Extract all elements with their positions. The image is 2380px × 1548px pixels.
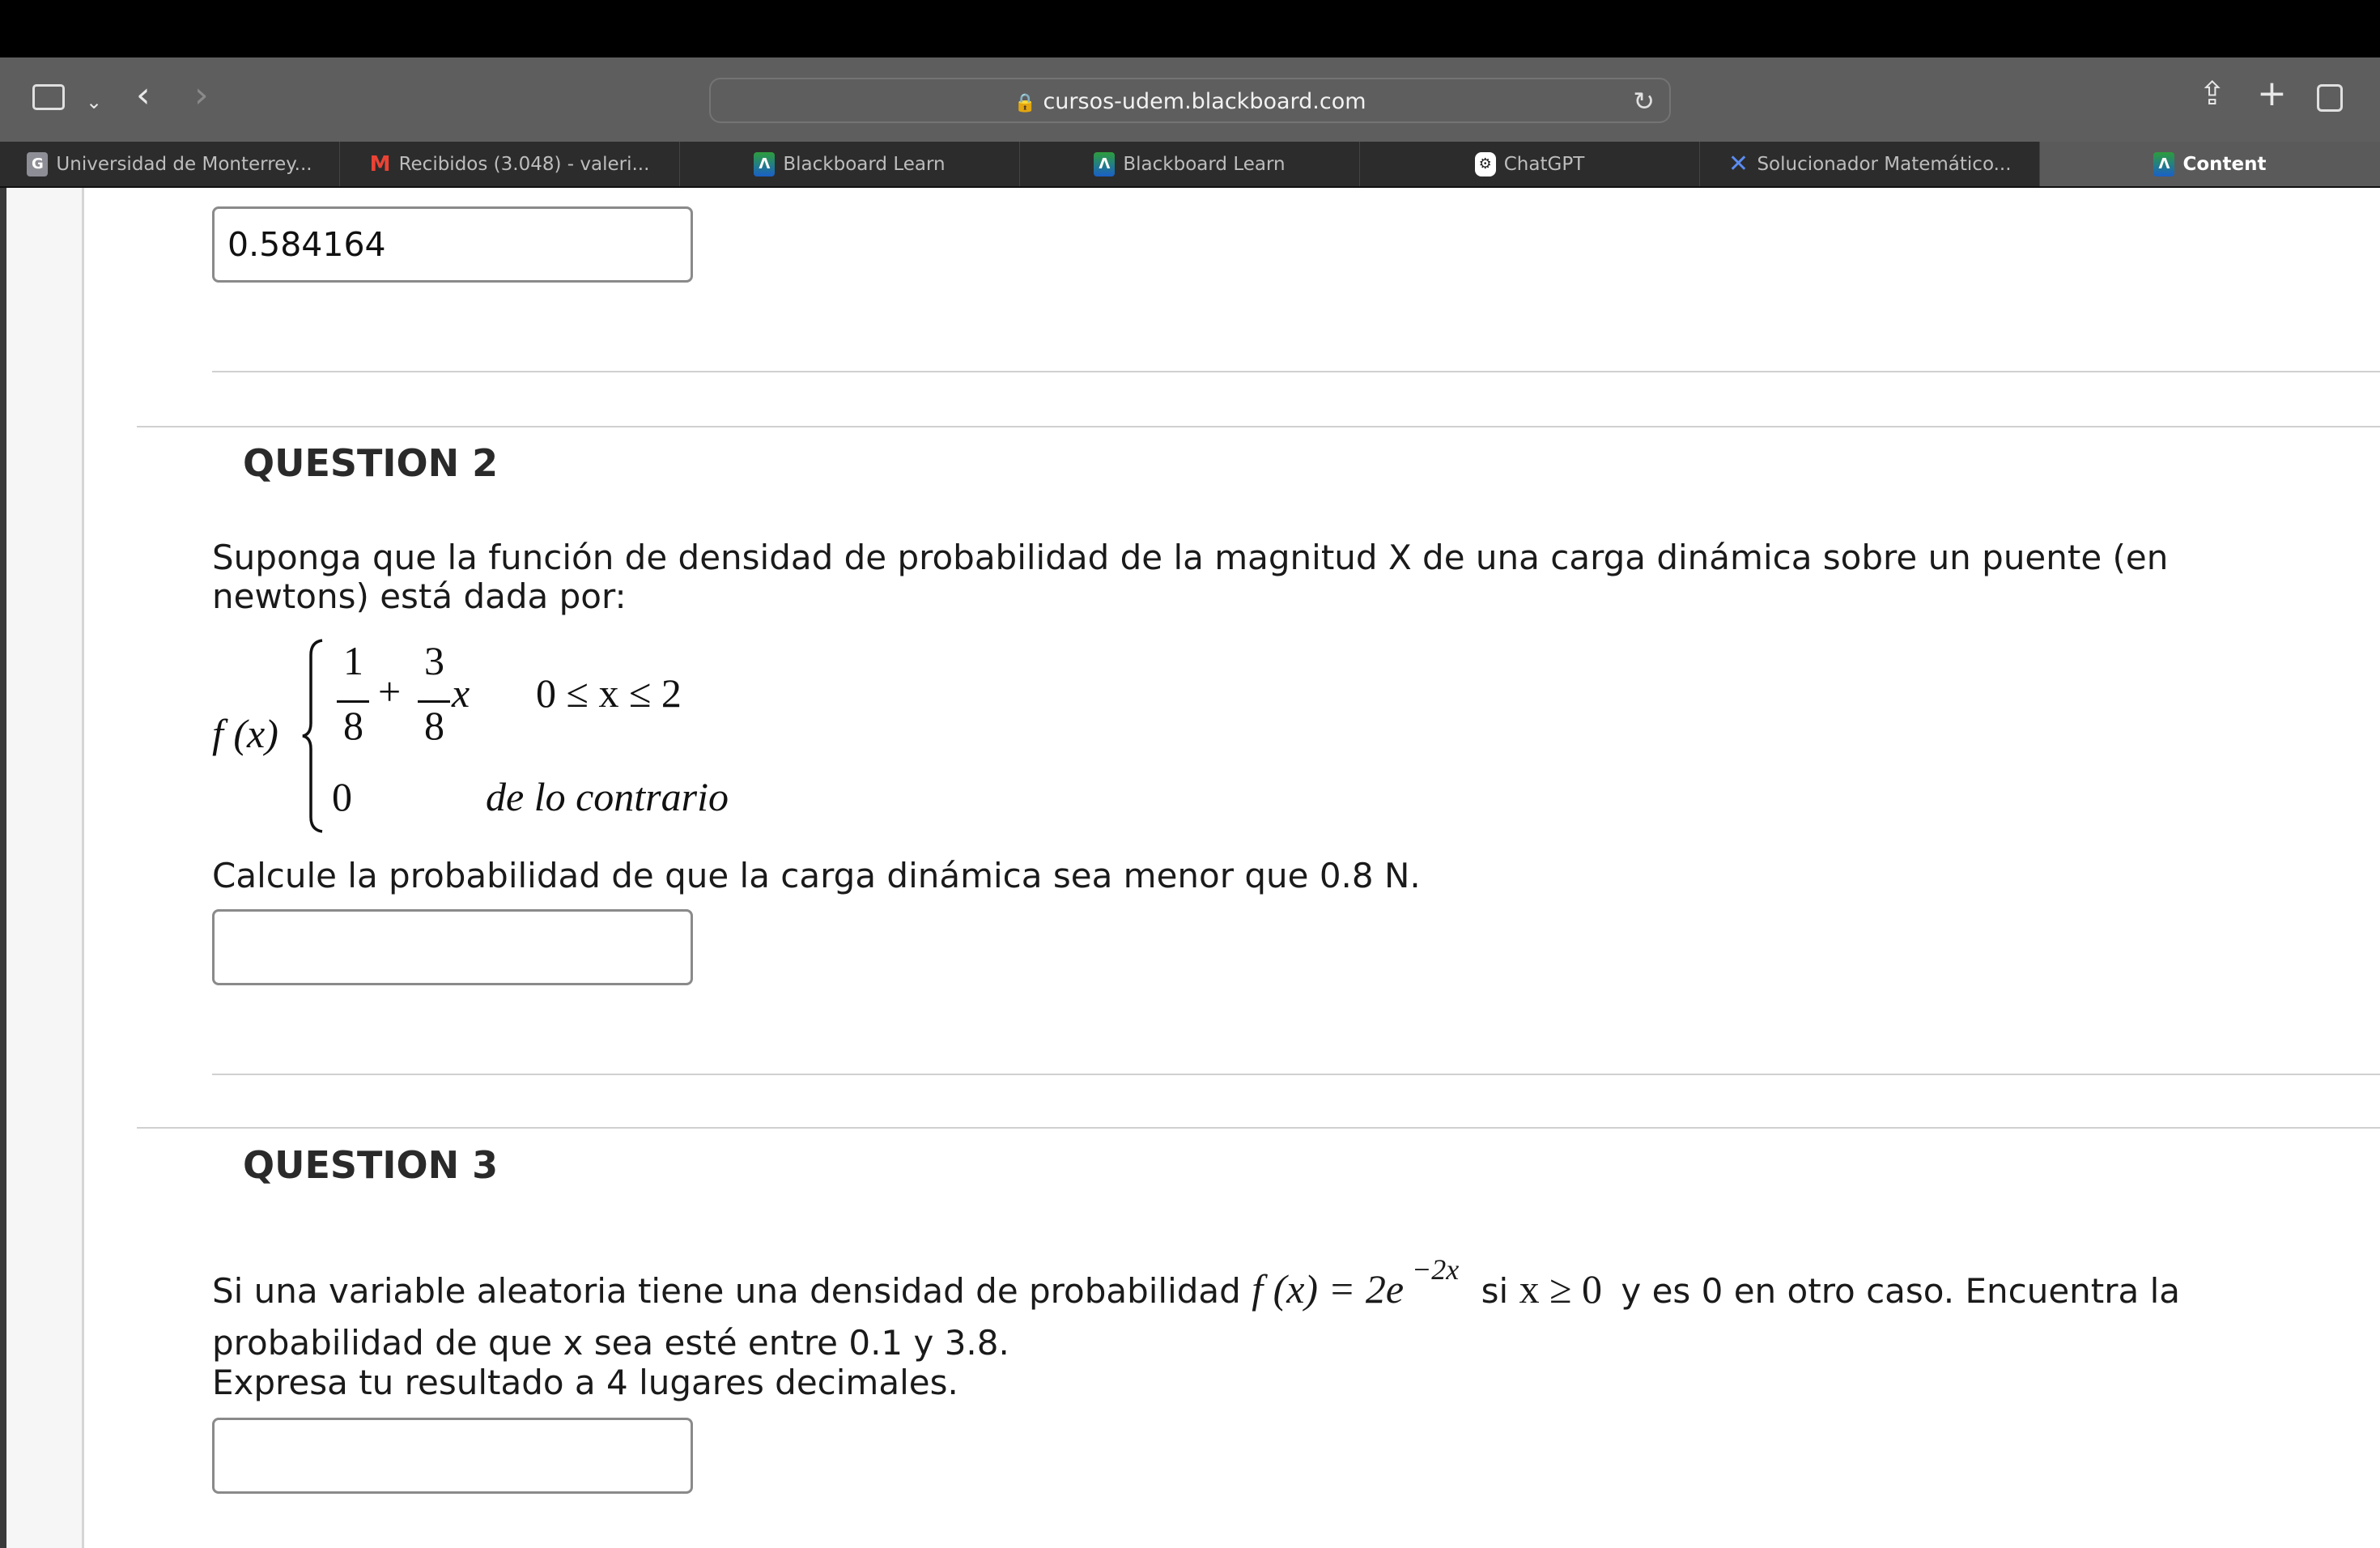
url-text: cursos-udem.blackboard.com bbox=[1043, 89, 1366, 114]
divider bbox=[212, 1074, 2380, 1075]
piecewise-formula: f (x) 1 8 + 3 8 x 0 ≤ x ≤ 2 0 de lo cont… bbox=[212, 637, 746, 840]
tab-chatgpt[interactable]: ⚙ ChatGPT bbox=[1360, 142, 1700, 186]
question-3-title: QUESTION 3 bbox=[243, 1143, 499, 1187]
menu-bar-area bbox=[0, 0, 2380, 57]
chevron-down-icon[interactable]: ⌄ bbox=[86, 86, 102, 118]
question-3-instruction: Expresa tu resultado a 4 lugares decimal… bbox=[212, 1363, 958, 1402]
blackboard-icon: Λ bbox=[754, 151, 776, 176]
question-divider bbox=[137, 1127, 2380, 1129]
chatgpt-icon: ⚙ bbox=[1474, 151, 1496, 176]
reload-icon[interactable]: ↻ bbox=[1633, 86, 1655, 117]
window-edge bbox=[0, 188, 6, 1548]
tab-gmail[interactable]: M Recibidos (3.048) - valeri... bbox=[340, 142, 680, 186]
forward-icon[interactable]: › bbox=[194, 78, 209, 113]
question-2-title: QUESTION 2 bbox=[243, 441, 499, 485]
address-bar[interactable]: 🔒 cursos-udem.blackboard.com ↻ bbox=[709, 78, 1671, 123]
q2-answer-input[interactable] bbox=[212, 909, 693, 985]
left-brace bbox=[302, 639, 323, 833]
tab-solucionador[interactable]: ✕ Solucionador Matemático... bbox=[1700, 142, 2040, 186]
back-icon[interactable]: ‹ bbox=[136, 78, 151, 113]
blackboard-icon: Λ bbox=[1094, 151, 1116, 176]
tab-content[interactable]: Λ Content bbox=[2040, 142, 2380, 186]
q3-answer-input[interactable] bbox=[212, 1418, 693, 1494]
divider bbox=[212, 371, 2380, 372]
tab-universidad[interactable]: G Universidad de Monterrey... bbox=[0, 142, 340, 186]
question-3-text: Si una variable aleatoria tiene una dens… bbox=[212, 1253, 2181, 1363]
tab-overview-icon[interactable] bbox=[2317, 84, 2343, 112]
q1-answer-input[interactable] bbox=[212, 206, 693, 283]
blackboard-icon: Λ bbox=[2153, 151, 2175, 176]
lock-icon: 🔒 bbox=[1014, 93, 1036, 113]
tab-bar: G Universidad de Monterrey... M Recibidos … bbox=[0, 142, 2380, 188]
question-2-prompt: Calcule la probabilidad de que la carga … bbox=[212, 856, 1421, 895]
google-g-icon: G bbox=[27, 151, 49, 176]
left-gutter bbox=[0, 188, 84, 1548]
tab-blackboard-2[interactable]: Λ Blackboard Learn bbox=[1020, 142, 1360, 186]
new-tab-icon[interactable]: + bbox=[2257, 76, 2287, 112]
question-divider bbox=[137, 426, 2380, 427]
question-2-text: Suponga que la función de densidad de pr… bbox=[212, 538, 2169, 616]
sidebar-icon[interactable] bbox=[32, 84, 65, 110]
tab-blackboard-1[interactable]: Λ Blackboard Learn bbox=[680, 142, 1020, 186]
share-icon[interactable]: ⇪ bbox=[2199, 78, 2226, 110]
microsoft-math-icon: ✕ bbox=[1728, 150, 1749, 178]
gmail-icon: M bbox=[369, 151, 391, 176]
